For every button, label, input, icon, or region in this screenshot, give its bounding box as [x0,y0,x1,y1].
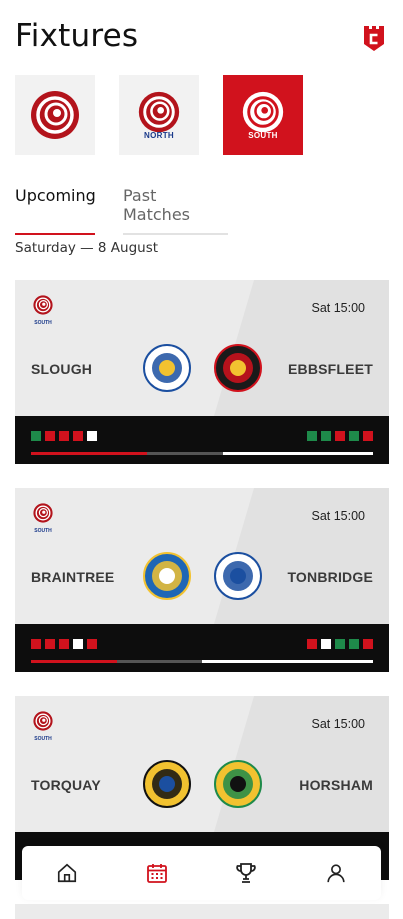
rose-logo-south-icon [33,295,53,315]
kickoff-time: Sat 15:00 [311,509,365,523]
form-result-square [87,431,97,441]
slough-town-crest [143,344,191,392]
tab-upcoming[interactable]: Upcoming [15,186,96,235]
league-tile-all[interactable] [15,75,95,155]
form-bar [15,416,389,464]
home-form [31,431,97,441]
braintree-town-crest [143,552,191,600]
league-selector: NORTH SOUTH [15,75,303,155]
match-card-partial[interactable] [15,904,389,919]
horsham-fc-crest [214,760,262,808]
date-heading: Saturday — 8 August [15,240,159,256]
shield-c-icon[interactable] [362,24,386,52]
page-title: Fixtures [15,18,139,54]
home-team-name: TORQUAY [31,777,101,793]
calendar-icon [146,864,167,883]
form-result-square [349,639,359,649]
home-team-name: SLOUGH [31,361,93,377]
form-result-square [59,639,69,649]
form-result-square [73,639,83,649]
rose-logo-south-icon [33,503,53,523]
tab-past-matches[interactable]: Past Matches [123,186,228,235]
torquay-united-crest [143,760,191,808]
card-league-badge: SOUTH [32,503,54,534]
form-result-square [335,639,345,649]
comparison-bar [31,660,373,663]
header: Fixtures [15,18,388,58]
home-team-name: BRAINTREE [31,569,115,585]
ebbsfleet-united-crest [214,344,262,392]
nav-fixtures[interactable] [137,853,177,893]
form-result-square [307,431,317,441]
form-result-square [45,639,55,649]
match-card[interactable]: SOUTH Sat 15:00 BRAINTREE TONBRIDGE [15,488,389,672]
league-tag-south: SOUTH [248,130,278,140]
away-team-name: HORSHAM [299,777,373,793]
form-result-square [363,639,373,649]
bottom-nav [22,846,381,900]
form-result-square [45,431,55,441]
form-result-square [321,431,331,441]
form-result-square [59,431,69,441]
card-league-tag: SOUTH [34,320,52,326]
league-tag-north: NORTH [144,130,174,140]
trophy-icon [236,863,257,883]
away-comparison-fill [222,452,373,455]
rose-logo-icon [31,91,79,139]
nav-home[interactable] [47,853,87,893]
card-league-tag: SOUTH [34,736,52,742]
form-bar [15,624,389,672]
kickoff-time: Sat 15:00 [311,301,365,315]
home-icon [57,863,76,883]
card-league-badge: SOUTH [32,711,54,742]
home-comparison-fill [31,660,117,663]
away-team-name: EBBSFLEET [287,361,373,377]
form-result-square [73,431,83,441]
form-result-square [31,431,41,441]
home-form [31,639,97,649]
fixture-tabs: Upcoming Past Matches [15,186,228,235]
away-form [307,431,373,441]
form-result-square [307,639,317,649]
form-result-square [321,639,331,649]
kickoff-time: Sat 15:00 [311,717,365,731]
form-result-square [335,431,345,441]
card-league-tag: SOUTH [34,528,52,534]
form-result-square [31,639,41,649]
rose-logo-south-icon [242,91,284,132]
form-result-square [87,639,97,649]
league-tile-south[interactable]: SOUTH [223,75,303,155]
form-result-square [349,431,359,441]
away-team-name: TONBRIDGE [287,569,373,585]
home-comparison-fill [31,452,148,455]
rose-logo-north-icon [138,91,180,132]
rose-logo-south-icon [33,711,53,731]
card-league-badge: SOUTH [32,295,54,326]
away-form [307,639,373,649]
form-result-square [363,431,373,441]
tonbridge-angels-crest [214,552,262,600]
comparison-bar [31,452,373,455]
profile-icon [327,864,345,883]
away-comparison-fill [202,660,373,663]
league-tile-north[interactable]: NORTH [119,75,199,155]
nav-profile[interactable] [316,853,356,893]
nav-tables[interactable] [226,853,266,893]
match-card[interactable]: SOUTH Sat 15:00 SLOUGH EBBSFLEET [15,280,389,464]
